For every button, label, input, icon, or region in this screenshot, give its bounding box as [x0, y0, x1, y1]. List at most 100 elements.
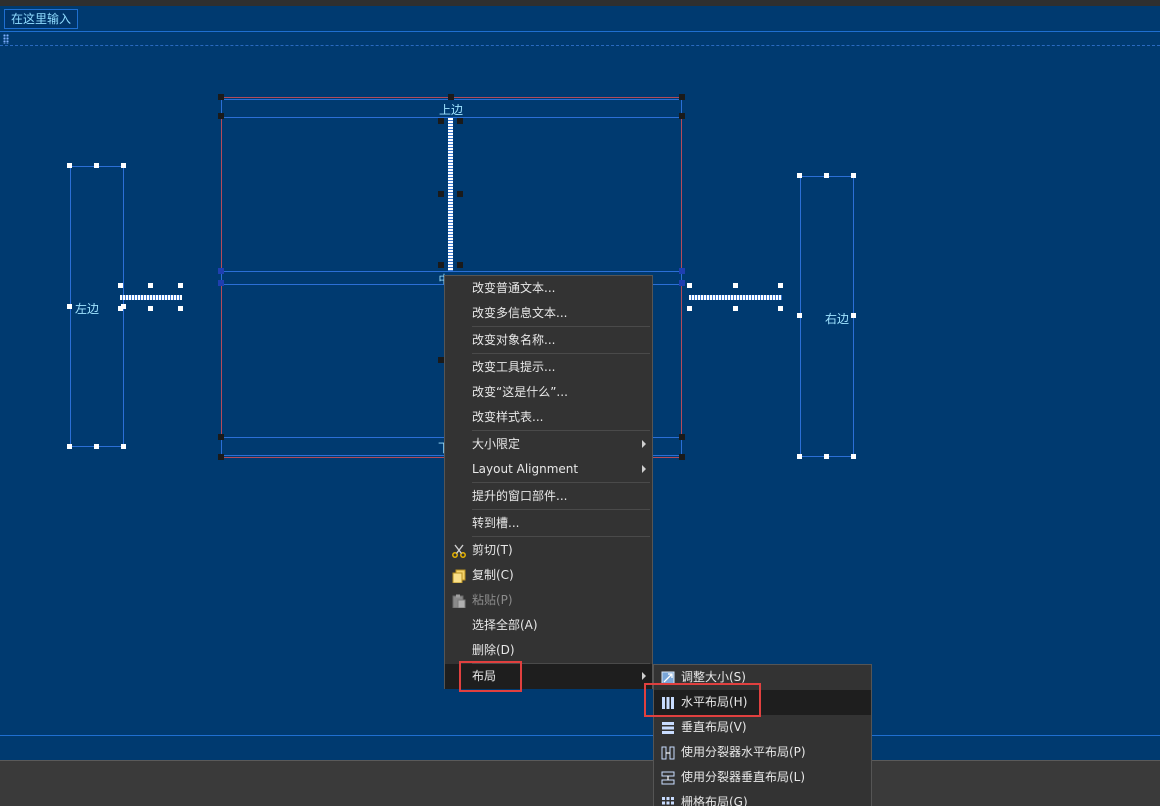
- resize-handle[interactable]: [679, 113, 685, 119]
- resize-handle[interactable]: [733, 306, 738, 311]
- resize-handle[interactable]: [851, 454, 856, 459]
- resize-handle[interactable]: [778, 283, 783, 288]
- resize-handle[interactable]: [178, 283, 183, 288]
- submenu-item-splitter-vertical[interactable]: 使用分裂器垂直布局(L): [654, 765, 871, 790]
- resize-handle[interactable]: [687, 306, 692, 311]
- menu-item-delete[interactable]: 删除(D): [445, 638, 652, 663]
- menu-item-label: 剪切(T): [472, 543, 513, 557]
- resize-handle[interactable]: [457, 262, 463, 268]
- menu-item-change-object-name[interactable]: 改变对象名称...: [445, 328, 652, 353]
- resize-handle[interactable]: [457, 118, 463, 124]
- menu-item-layout-alignment[interactable]: Layout Alignment: [445, 457, 652, 482]
- resize-handle[interactable]: [218, 94, 224, 100]
- menu-item-label: 选择全部(A): [472, 618, 538, 632]
- menu-separator: [472, 536, 650, 537]
- vertical-spacer-center[interactable]: [448, 118, 453, 271]
- resize-handle[interactable]: [218, 454, 224, 460]
- resize-handle[interactable]: [148, 306, 153, 311]
- resize-handle[interactable]: [448, 94, 454, 100]
- resize-handle[interactable]: [118, 306, 123, 311]
- menu-item-copy[interactable]: 复制(C): [445, 563, 652, 588]
- menu-item-label: 使用分裂器水平布局(P): [681, 745, 806, 759]
- menu-item-change-stylesheet[interactable]: 改变样式表...: [445, 405, 652, 430]
- resize-handle[interactable]: [851, 173, 856, 178]
- resize-handle[interactable]: [148, 283, 153, 288]
- resize-handle[interactable]: [94, 163, 99, 168]
- menu-item-change-rich-text[interactable]: 改变多信息文本...: [445, 301, 652, 326]
- menu-item-change-whats-this[interactable]: 改变“这是什么”...: [445, 380, 652, 405]
- menu-separator: [472, 482, 650, 483]
- paste-icon: [452, 594, 466, 608]
- menu-item-label: 转到槽...: [472, 516, 520, 530]
- menu-item-change-tooltip[interactable]: 改变工具提示...: [445, 355, 652, 380]
- menu-item-label: 提升的窗口部件...: [472, 489, 568, 503]
- menu-separator: [472, 326, 650, 327]
- submenu-arrow-icon: [642, 672, 646, 680]
- resize-handle[interactable]: [733, 283, 738, 288]
- menu-item-label: 改变多信息文本...: [472, 306, 568, 320]
- scissors-icon: [452, 544, 466, 558]
- resize-handle[interactable]: [67, 163, 72, 168]
- resize-handle[interactable]: [67, 304, 72, 309]
- horizontal-spacer-left[interactable]: [120, 295, 182, 300]
- form-statusbar-line: [0, 735, 1160, 736]
- highlight-box-horizontal-layout: [644, 683, 761, 717]
- resize-handle[interactable]: [94, 444, 99, 449]
- resize-handle[interactable]: [679, 434, 685, 440]
- resize-handle[interactable]: [67, 444, 72, 449]
- splitter-vertical-icon: [661, 771, 675, 785]
- resize-handle[interactable]: [851, 313, 856, 318]
- resize-handle[interactable]: [778, 306, 783, 311]
- menu-item-go-to-slot[interactable]: 转到槽...: [445, 511, 652, 536]
- resize-handle[interactable]: [797, 313, 802, 318]
- menu-separator: [472, 509, 650, 510]
- submenu-arrow-icon: [642, 465, 646, 473]
- menu-item-label: 改变样式表...: [472, 410, 544, 424]
- menu-item-size-constraints[interactable]: 大小限定: [445, 432, 652, 457]
- resize-handle[interactable]: [438, 118, 444, 124]
- top-widget-label: 上边: [438, 103, 463, 117]
- resize-handle[interactable]: [438, 191, 444, 197]
- copy-icon: [452, 569, 466, 583]
- highlight-box-layout: [459, 661, 522, 692]
- menu-item-promoted-widgets[interactable]: 提升的窗口部件...: [445, 484, 652, 509]
- toolbar-grip-icon[interactable]: [3, 34, 9, 44]
- menu-item-label: 垂直布局(V): [681, 720, 747, 734]
- resize-handle[interactable]: [824, 454, 829, 459]
- resize-handle[interactable]: [679, 94, 685, 100]
- menu-item-select-all[interactable]: 选择全部(A): [445, 613, 652, 638]
- menu-item-change-plain-text[interactable]: 改变普通文本...: [445, 276, 652, 301]
- resize-handle[interactable]: [679, 280, 685, 286]
- menu-item-label: 改变“这是什么”...: [472, 385, 568, 399]
- resize-handle[interactable]: [121, 163, 126, 168]
- resize-handle[interactable]: [679, 268, 685, 274]
- menu-item-label: 大小限定: [472, 437, 521, 451]
- resize-handle[interactable]: [687, 283, 692, 288]
- bottom-panel: [0, 760, 1160, 806]
- vertical-layout-icon: [662, 722, 674, 734]
- submenu-item-vertical-layout[interactable]: 垂直布局(V): [654, 715, 871, 740]
- horizontal-spacer-right[interactable]: [689, 295, 782, 300]
- resize-handle[interactable]: [438, 262, 444, 268]
- submenu-arrow-icon: [642, 440, 646, 448]
- menu-item-label: Layout Alignment: [472, 462, 579, 476]
- resize-handle[interactable]: [118, 283, 123, 288]
- submenu-item-grid-layout[interactable]: 栅格布局(G): [654, 790, 871, 806]
- resize-handle[interactable]: [797, 454, 802, 459]
- resize-handle[interactable]: [457, 191, 463, 197]
- resize-handle[interactable]: [218, 280, 224, 286]
- resize-handle[interactable]: [178, 306, 183, 311]
- resize-handle[interactable]: [121, 444, 126, 449]
- menu-item-label: 改变普通文本...: [472, 281, 556, 295]
- resize-handle[interactable]: [824, 173, 829, 178]
- type-here-menu-item[interactable]: 在这里输入: [4, 9, 79, 29]
- submenu-item-splitter-horizontal[interactable]: 使用分裂器水平布局(P): [654, 740, 871, 765]
- resize-handle[interactable]: [218, 268, 224, 274]
- resize-handle[interactable]: [218, 113, 224, 119]
- menu-separator: [472, 353, 650, 354]
- resize-handle[interactable]: [797, 173, 802, 178]
- resize-handle[interactable]: [218, 434, 224, 440]
- menu-item-cut[interactable]: 剪切(T): [445, 538, 652, 563]
- menu-item-paste[interactable]: 粘贴(P): [445, 588, 652, 613]
- resize-handle[interactable]: [679, 454, 685, 460]
